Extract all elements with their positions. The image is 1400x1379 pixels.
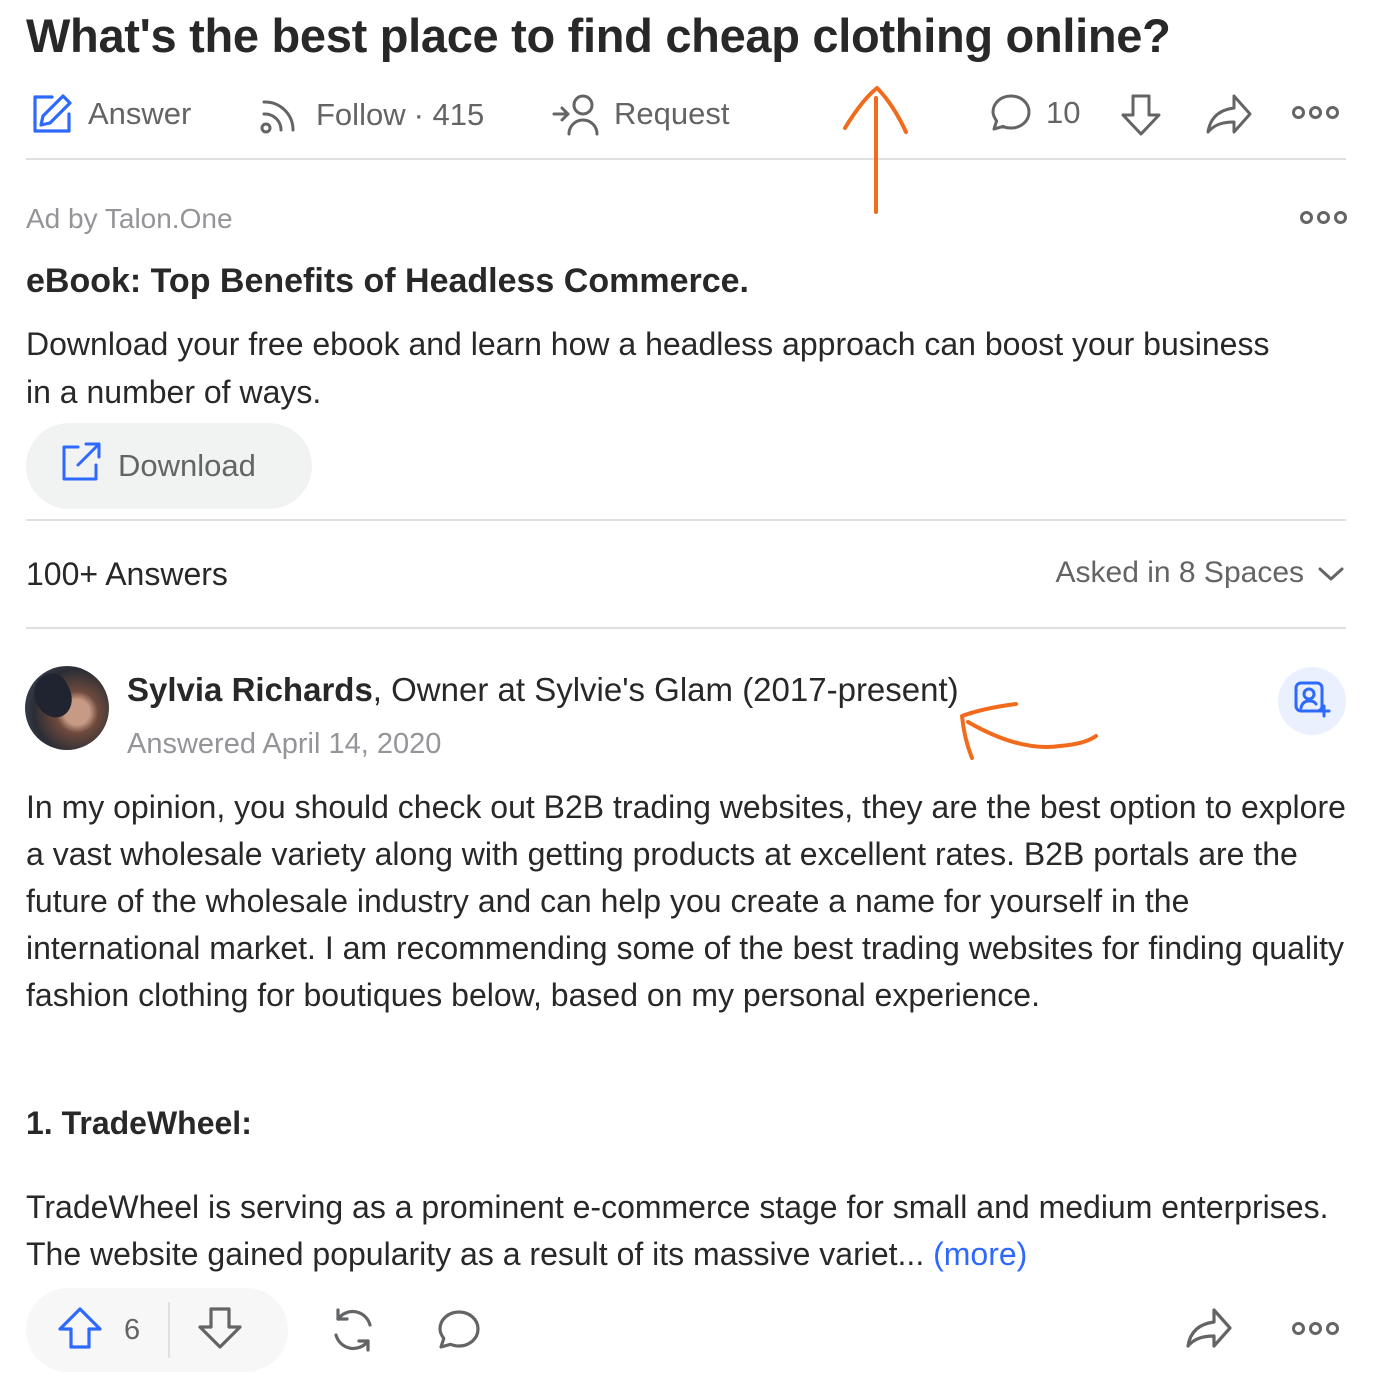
download-button[interactable]: Download — [26, 423, 312, 509]
answer-text: In my opinion, you should check out B2B … — [26, 789, 1346, 1013]
question-action-bar: Answer Follow · 415 Request 10 — [0, 86, 1400, 142]
add-person-icon — [1293, 680, 1331, 723]
speech-bubble-icon — [990, 92, 1032, 134]
answered-date[interactable]: Answered April 14, 2020 — [127, 728, 441, 761]
answer-more-icon[interactable] — [1292, 1322, 1339, 1335]
answer-button[interactable]: Answer — [30, 92, 191, 136]
follow-label: Follow — [316, 97, 406, 132]
ad-title[interactable]: eBook: Top Benefits of Headless Commerce… — [26, 262, 749, 301]
arrow-down-icon — [1118, 92, 1164, 138]
pencil-square-icon — [30, 92, 74, 136]
answer-label: Answer — [88, 96, 192, 131]
chevron-down-icon — [1304, 556, 1344, 590]
request-label: Request — [614, 96, 730, 131]
speech-bubble-icon — [437, 1310, 481, 1356]
annotation-left-arrowhead — [960, 702, 1018, 760]
downvote-button[interactable] — [196, 1306, 244, 1355]
author-line: Sylvia Richards, Owner at Sylvie's Glam … — [127, 671, 959, 709]
answer-section-text: TradeWheel is serving as a prominent e-c… — [26, 1184, 1346, 1278]
answers-count: 100+ Answers — [26, 556, 228, 592]
ad-attribution: Ad by Talon.One — [26, 203, 233, 234]
divider — [26, 158, 1346, 160]
ad-body: Download your free ebook and learn how a… — [26, 326, 1270, 410]
share-arrow-icon — [1186, 1308, 1232, 1356]
asked-in-spaces-dropdown[interactable]: Asked in 8 Spaces — [1056, 556, 1344, 590]
downvote-question-button[interactable] — [1118, 92, 1164, 138]
question-title[interactable]: What's the best place to find cheap clot… — [26, 8, 1171, 63]
request-button[interactable]: Request — [552, 92, 729, 136]
external-link-icon — [60, 441, 102, 491]
divider — [26, 519, 1346, 521]
arrow-down-icon — [196, 1306, 244, 1355]
answer-section-heading: 1. TradeWheel: — [26, 1105, 252, 1141]
avatar[interactable] — [25, 666, 109, 750]
comment-count: 10 — [1046, 95, 1081, 130]
annotation-left-arrow — [966, 720, 1098, 749]
rss-icon — [258, 94, 302, 136]
asked-in-label: Asked in 8 Spaces — [1055, 556, 1304, 589]
arrow-up-icon — [56, 1306, 104, 1355]
download-label: Download — [118, 448, 256, 483]
reshare-button[interactable] — [328, 1305, 378, 1360]
answer-section-body: TradeWheel is serving as a prominent e-c… — [26, 1189, 1329, 1272]
vote-divider — [168, 1302, 171, 1358]
author-credential: , Owner at Sylvie's Glam (2017-present) — [372, 671, 959, 708]
comment-answer-button[interactable] — [437, 1308, 481, 1357]
share-answer-button[interactable] — [1186, 1306, 1232, 1357]
follow-button[interactable]: Follow · 415 — [258, 94, 484, 136]
author-name[interactable]: Sylvia Richards — [127, 671, 373, 708]
person-arrow-icon — [552, 92, 600, 136]
vote-pill: 6 — [26, 1288, 288, 1372]
follow-author-button[interactable] — [1278, 667, 1346, 735]
question-more-icon[interactable] — [1292, 106, 1339, 119]
upvote-button[interactable]: 6 — [26, 1288, 140, 1372]
share-arrow-icon — [1206, 92, 1252, 136]
share-question-button[interactable] — [1206, 92, 1252, 136]
upvote-count: 6 — [124, 1313, 141, 1346]
comment-button[interactable]: 10 — [990, 92, 1080, 134]
follow-count: · 415 — [413, 97, 485, 132]
more-link[interactable]: (more) — [933, 1236, 1027, 1272]
ad-more-icon[interactable] — [1300, 211, 1347, 224]
divider — [26, 627, 1346, 629]
refresh-icon — [328, 1308, 378, 1359]
